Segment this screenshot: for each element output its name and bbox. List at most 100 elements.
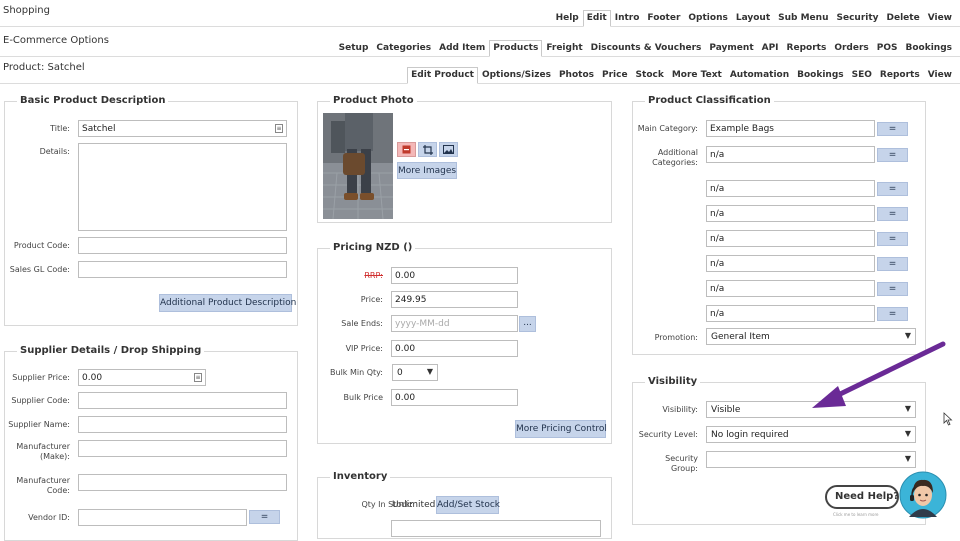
more-pricing-control-button[interactable]: More Pricing Control — [515, 420, 607, 438]
chevron-down-icon: ▼ — [904, 429, 911, 438]
menu-item-add-item[interactable]: Add Item — [435, 43, 489, 56]
menu-item-intro[interactable]: Intro — [611, 13, 644, 26]
additional-category-input[interactable]: n/a — [706, 205, 875, 222]
supplier-name-input[interactable] — [78, 416, 287, 433]
menu-item-security[interactable]: Security — [832, 13, 882, 26]
menu-item-options-sizes[interactable]: Options/Sizes — [478, 70, 555, 83]
menu-item-bookings[interactable]: Bookings — [793, 70, 848, 83]
additional-category-input[interactable]: n/a — [706, 255, 875, 272]
additional-category-select-button[interactable]: = — [877, 232, 908, 246]
menu-item-automation[interactable]: Automation — [726, 70, 793, 83]
menu-item-photos[interactable]: Photos — [555, 70, 598, 83]
sale-ends-label: Sale Ends: — [341, 319, 383, 328]
vip-price-input[interactable]: 0.00 — [391, 340, 518, 357]
additional-category-input[interactable]: n/a — [706, 230, 875, 247]
menu-item-api[interactable]: API — [758, 43, 783, 56]
menu-item-freight[interactable]: Freight — [542, 43, 586, 56]
menu-item-payment[interactable]: Payment — [705, 43, 757, 56]
manufacturer-code-input[interactable] — [78, 474, 287, 491]
sale-ends-input[interactable]: yyyy-MM-dd — [391, 315, 518, 332]
additional-category-select-button[interactable]: = — [877, 207, 908, 221]
menu-item-price[interactable]: Price — [598, 70, 632, 83]
field-menu-icon[interactable]: ≡ — [275, 124, 283, 133]
menu-item-reports[interactable]: Reports — [876, 70, 924, 83]
help-bubble[interactable]: Need Help? — [825, 485, 899, 509]
menu-item-bookings[interactable]: Bookings — [901, 43, 956, 56]
additional-description-button[interactable]: Additional Product Description — [159, 294, 296, 312]
vendor-id-input[interactable] — [78, 509, 247, 526]
bulk-min-qty-select[interactable]: 0 ▼ — [392, 364, 438, 381]
menu-item-view[interactable]: View — [924, 70, 956, 83]
menu-item-edit-product[interactable]: Edit Product — [407, 67, 478, 84]
bulk-price-value: 0.00 — [395, 393, 416, 403]
supplier-code-label: Supplier Code: — [11, 396, 70, 405]
supplier-price-input[interactable]: 0.00 ≡ — [78, 369, 206, 386]
manufacturer-make-input[interactable] — [78, 440, 287, 457]
top-nav-ecommerce: E-Commerce Options Setup Categories Add It… — [0, 30, 960, 57]
menu-item-edit[interactable]: Edit — [582, 10, 611, 27]
menu-item-more-text[interactable]: More Text — [668, 70, 726, 83]
menu-item-delete[interactable]: Delete — [883, 13, 924, 26]
manufacturer-make-label: Manufacturer (Make): — [16, 442, 70, 461]
panel-heading: Pricing NZD () — [330, 242, 416, 253]
product-photo[interactable] — [323, 113, 393, 219]
menu-item-reports[interactable]: Reports — [783, 43, 831, 56]
menu-item-stock[interactable]: Stock — [632, 70, 668, 83]
menu-item-footer[interactable]: Footer — [643, 13, 684, 26]
unit-input[interactable] — [391, 520, 601, 537]
menu-item-options[interactable]: Options — [684, 13, 731, 26]
crop-photo-button[interactable] — [418, 142, 437, 157]
additional-category-select-button[interactable]: = — [877, 257, 908, 271]
menu-item-products[interactable]: Products — [489, 40, 543, 57]
additional-category-input[interactable]: n/a — [706, 280, 875, 297]
bulk-price-input[interactable]: 0.00 — [391, 389, 518, 406]
panel-heading: Supplier Details / Drop Shipping — [17, 345, 205, 356]
additional-category-input[interactable]: n/a — [706, 180, 875, 197]
need-help-widget[interactable]: Need Help? Click me to learn more — [825, 471, 950, 523]
date-picker-button[interactable]: ... — [519, 316, 536, 332]
delete-photo-button[interactable] — [397, 142, 416, 157]
security-level-select[interactable]: No login required ▼ — [706, 426, 916, 443]
crop-icon — [422, 144, 433, 155]
menu-item-pos[interactable]: POS — [873, 43, 902, 56]
menu-item-view[interactable]: View — [924, 13, 956, 26]
supplier-code-input[interactable] — [78, 392, 287, 409]
visibility-label: Visibility: — [662, 405, 698, 414]
additional-category-value: n/a — [710, 309, 725, 319]
vendor-lookup-button[interactable]: = — [249, 510, 280, 524]
security-group-label: Security Group: — [665, 454, 698, 473]
price-input[interactable]: 249.95 — [391, 291, 518, 308]
help-subtext: Click me to learn more — [833, 512, 879, 517]
menu-item-orders[interactable]: Orders — [830, 43, 872, 56]
product-code-input[interactable] — [78, 237, 287, 254]
sales-gl-input[interactable] — [78, 261, 287, 278]
support-avatar[interactable] — [899, 471, 947, 519]
security-group-select[interactable]: ▼ — [706, 451, 916, 468]
details-textarea[interactable] — [78, 143, 287, 231]
more-images-button[interactable]: More Images — [397, 162, 457, 179]
product-code-label: Product Code: — [13, 241, 70, 250]
menu-item-seo[interactable]: SEO — [848, 70, 876, 83]
mouse-cursor-icon — [943, 412, 953, 426]
add-set-stock-button[interactable]: Add/Set Stock — [436, 496, 500, 514]
menu-item-help[interactable]: Help — [552, 13, 583, 26]
rrp-input[interactable]: 0.00 — [391, 267, 518, 284]
additional-category-select-button[interactable]: = — [877, 182, 908, 196]
additional-category-input[interactable]: n/a — [706, 146, 875, 163]
title-input[interactable]: Satchel ≡ — [78, 120, 287, 137]
vip-price-value: 0.00 — [395, 344, 416, 354]
menu-item-layout[interactable]: Layout — [732, 13, 774, 26]
panel-heading: Basic Product Description — [17, 95, 169, 106]
image-edit-button[interactable] — [439, 142, 458, 157]
menu-item-setup[interactable]: Setup — [335, 43, 373, 56]
additional-category-select-button[interactable]: = — [877, 148, 908, 162]
additional-category-select-button[interactable]: = — [877, 307, 908, 321]
section-title: E-Commerce Options — [3, 35, 109, 46]
menu-item-discounts-and-vouchers[interactable]: Discounts & Vouchers — [587, 43, 706, 56]
menu-item-sub-menu[interactable]: Sub Menu — [774, 13, 832, 26]
additional-category-input[interactable]: n/a — [706, 305, 875, 322]
additional-category-select-button[interactable]: = — [877, 282, 908, 296]
top-nav-product: Product: Satchel Edit Product Options/Siz… — [0, 57, 960, 84]
field-menu-icon[interactable]: ≡ — [194, 373, 202, 382]
menu-item-categories[interactable]: Categories — [372, 43, 435, 56]
